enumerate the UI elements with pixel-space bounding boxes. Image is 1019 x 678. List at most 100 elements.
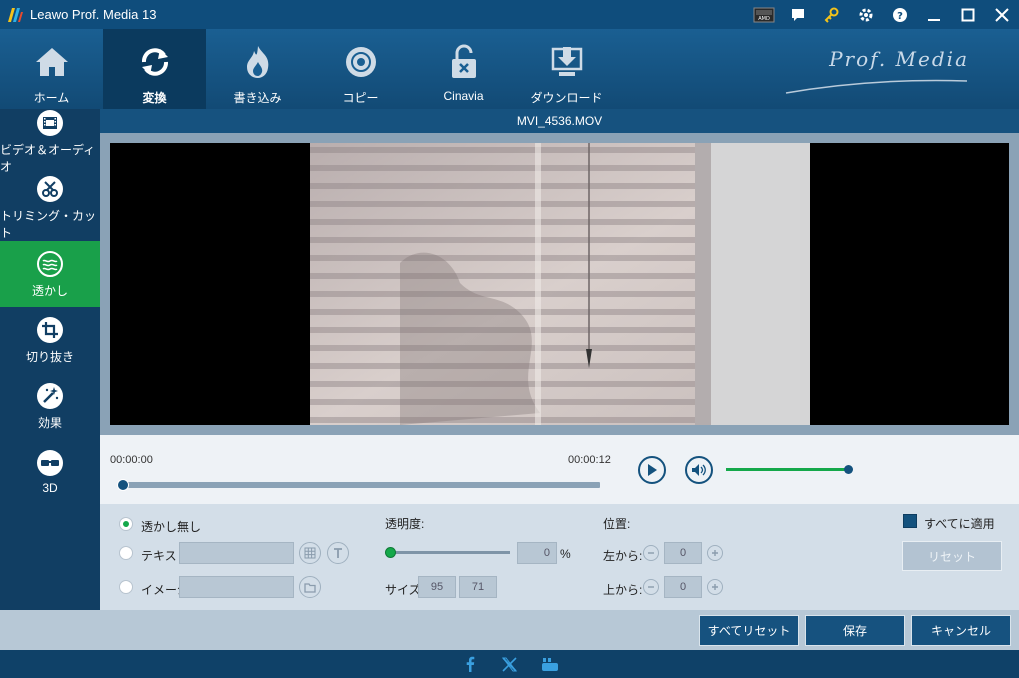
minus-icon bbox=[648, 586, 654, 588]
nav-burn-label: 書き込み bbox=[233, 91, 282, 105]
feedback-icon[interactable] bbox=[781, 0, 815, 29]
from-top-increment-button[interactable] bbox=[707, 579, 723, 595]
watermark-image-radio[interactable] bbox=[119, 580, 133, 594]
nav-cinavia-label: Cinavia bbox=[443, 89, 484, 103]
nav-convert-label: 変換 bbox=[142, 91, 167, 105]
nav-home[interactable]: ホーム bbox=[0, 29, 103, 109]
sidebar-item-label: 効果 bbox=[37, 415, 62, 430]
from-top-decrement-button[interactable] bbox=[643, 579, 659, 595]
save-button[interactable]: 保存 bbox=[805, 615, 905, 646]
key-icon[interactable] bbox=[815, 0, 849, 29]
disc-copy-icon bbox=[342, 43, 380, 81]
nav-copy-label: コピー bbox=[342, 91, 379, 105]
watermark-text-radio[interactable] bbox=[119, 546, 133, 560]
volume-slider[interactable] bbox=[726, 468, 848, 471]
apply-all-label: すべてに適用 bbox=[924, 517, 995, 531]
from-top-label: 上から: bbox=[603, 583, 643, 597]
apply-all-checkbox[interactable] bbox=[903, 514, 917, 528]
video-preview bbox=[110, 143, 1009, 425]
video-frame-blinds-image bbox=[310, 143, 810, 425]
home-icon bbox=[33, 43, 71, 81]
nav-convert[interactable]: 変換 bbox=[103, 29, 206, 109]
sidebar-item-label: トリミング・カット bbox=[0, 209, 97, 240]
sidebar-item-crop[interactable]: 切り抜き bbox=[0, 307, 100, 373]
cancel-button[interactable]: キャンセル bbox=[911, 615, 1011, 646]
sidebar-item-trim-cut[interactable]: トリミング・カット bbox=[0, 175, 100, 241]
nav-burn[interactable]: 書き込み bbox=[206, 29, 309, 109]
file-name-header: MVI_4536.MOV bbox=[100, 109, 1019, 133]
player-controls: 00:00:00 00:00:12 bbox=[100, 435, 1019, 504]
sidebar-item-label: 透かし bbox=[31, 283, 68, 298]
text-style-button[interactable] bbox=[299, 542, 321, 564]
brand-swoosh-icon bbox=[785, 79, 968, 94]
youtube-icon[interactable] bbox=[540, 654, 560, 674]
opacity-value-input[interactable]: 0 bbox=[517, 542, 557, 564]
watermark-image-path-input[interactable] bbox=[179, 576, 294, 598]
time-current: 00:00:00 bbox=[110, 454, 153, 466]
nav-download-label: ダウンロード bbox=[530, 91, 603, 105]
watermark-settings: 透かし無し テキスト イメージ 透明度: 0 % サイズ: 95 71 位置: … bbox=[100, 504, 1019, 610]
opacity-slider[interactable] bbox=[390, 551, 510, 554]
watermark-none-radio[interactable] bbox=[119, 517, 133, 531]
nav-download[interactable]: ダウンロード bbox=[515, 29, 618, 109]
position-label: 位置: bbox=[603, 517, 631, 531]
effect-icon bbox=[37, 382, 63, 409]
sidebar-item-watermark[interactable]: 透かし bbox=[0, 241, 100, 307]
unlock-icon bbox=[445, 43, 483, 81]
sidebar-item-video-audio[interactable]: ビデオ＆オーディオ bbox=[0, 109, 100, 175]
nav-home-label: ホーム bbox=[33, 91, 70, 105]
sidebar-item-label: 切り抜き bbox=[25, 349, 74, 364]
text-font-button[interactable] bbox=[327, 542, 349, 564]
minimize-icon[interactable] bbox=[917, 0, 951, 29]
main-toolbar: ホーム 変換 書き込み コピー Cinavia ダウンロード Prof. Med… bbox=[0, 29, 1019, 109]
opacity-thumb[interactable] bbox=[385, 547, 396, 558]
from-left-decrement-button[interactable] bbox=[643, 545, 659, 561]
settings-gear-icon[interactable] bbox=[849, 0, 883, 29]
film-icon bbox=[37, 110, 63, 136]
svg-text:?: ? bbox=[897, 11, 903, 22]
action-bar: すべてリセット 保存 キャンセル bbox=[0, 610, 1019, 650]
facebook-icon[interactable] bbox=[460, 654, 480, 674]
seek-thumb[interactable] bbox=[117, 479, 129, 491]
burn-icon bbox=[239, 43, 277, 81]
browse-image-button[interactable] bbox=[299, 576, 321, 598]
seek-bar[interactable] bbox=[123, 482, 600, 488]
time-total: 00:00:12 bbox=[568, 454, 611, 466]
nav-cinavia[interactable]: Cinavia bbox=[412, 29, 515, 109]
size-height-input[interactable]: 71 bbox=[459, 576, 497, 598]
svg-text:AMD: AMD bbox=[758, 16, 770, 22]
maximize-icon[interactable] bbox=[951, 0, 985, 29]
3d-glasses-icon bbox=[37, 450, 63, 476]
sidebar-item-3d[interactable]: 3D bbox=[0, 439, 100, 505]
size-width-input[interactable]: 95 bbox=[418, 576, 456, 598]
minus-icon bbox=[648, 552, 654, 554]
from-left-increment-button[interactable] bbox=[707, 545, 723, 561]
watermark-none-label: 透かし無し bbox=[141, 520, 202, 534]
sidebar-item-label: 3D bbox=[42, 481, 58, 495]
from-left-input[interactable]: 0 bbox=[664, 542, 702, 564]
file-name: MVI_4536.MOV bbox=[516, 114, 603, 128]
close-icon[interactable] bbox=[985, 0, 1019, 29]
reset-button[interactable]: リセット bbox=[902, 541, 1002, 571]
from-left-label: 左から: bbox=[603, 549, 643, 563]
from-top-input[interactable]: 0 bbox=[664, 576, 702, 598]
footer-social bbox=[0, 650, 1019, 678]
volume-icon bbox=[692, 464, 706, 476]
nav-copy[interactable]: コピー bbox=[309, 29, 412, 109]
sidebar-item-effect[interactable]: 効果 bbox=[0, 373, 100, 439]
folder-icon bbox=[304, 582, 316, 593]
opacity-label: 透明度: bbox=[385, 517, 425, 531]
title-bar: Leawo Prof. Media 13 AMD ? bbox=[0, 0, 1019, 29]
brand-logo: Prof. Media bbox=[829, 47, 969, 71]
play-button[interactable] bbox=[638, 456, 666, 484]
volume-button[interactable] bbox=[685, 456, 713, 484]
watermark-text-input[interactable] bbox=[179, 542, 294, 564]
preview-area bbox=[100, 133, 1019, 435]
editor-panel: MVI_4536.MOV 00:00:00 00:00:12 透かし無し テキス… bbox=[100, 109, 1019, 610]
amd-icon[interactable]: AMD bbox=[747, 0, 781, 29]
x-twitter-icon[interactable] bbox=[500, 654, 520, 674]
reset-all-button[interactable]: すべてリセット bbox=[699, 615, 799, 646]
sidebar-item-label: ビデオ＆オーディオ bbox=[0, 143, 96, 174]
volume-thumb[interactable] bbox=[844, 465, 853, 474]
help-icon[interactable]: ? bbox=[883, 0, 917, 29]
